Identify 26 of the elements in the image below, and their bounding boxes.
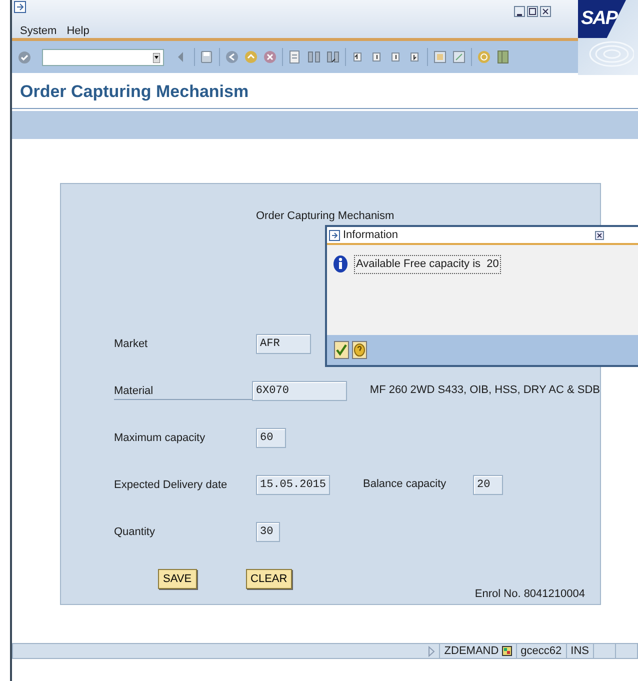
sap-logo: SAP	[578, 0, 626, 38]
field-label: Maximum capacity	[114, 430, 206, 446]
insert-mode: INS	[570, 644, 589, 658]
dialog-title: Information	[343, 228, 398, 243]
input-field[interactable]: AFR	[256, 334, 311, 354]
clear-button[interactable]: CLEAR	[246, 568, 292, 588]
input-field[interactable]: 60	[256, 428, 286, 448]
form-heading: Order Capturing Mechanism	[256, 210, 394, 222]
server-name: gcecc62	[520, 644, 562, 658]
transaction-code: ZDEMAND	[444, 644, 499, 658]
field-label: Material	[114, 382, 252, 400]
field-label: Balance capacity	[363, 477, 448, 492]
field-label: Expected Delivery date	[114, 478, 228, 492]
input-field[interactable]: 30	[256, 522, 280, 542]
information-message: Available Free capacity is 20	[354, 255, 501, 274]
input-field[interactable]: 20	[473, 474, 504, 494]
field-label: Market	[114, 336, 149, 352]
enrol-number: Enrol No. 8041210004	[474, 588, 585, 600]
save-button[interactable]: SAVE	[158, 568, 197, 588]
input-field[interactable]: 6X070	[252, 380, 347, 400]
menu-item[interactable]: Help	[66, 23, 90, 40]
material-description: MF 260 2WD S433, OIB, HSS, DRY AC & SDB	[370, 383, 600, 398]
field-label: Quantity	[114, 524, 156, 540]
menu-item[interactable]: System	[20, 23, 57, 40]
page-title: Order Capturing Mechanism	[20, 82, 249, 101]
input-field[interactable]: 15.05.2015	[256, 474, 330, 494]
